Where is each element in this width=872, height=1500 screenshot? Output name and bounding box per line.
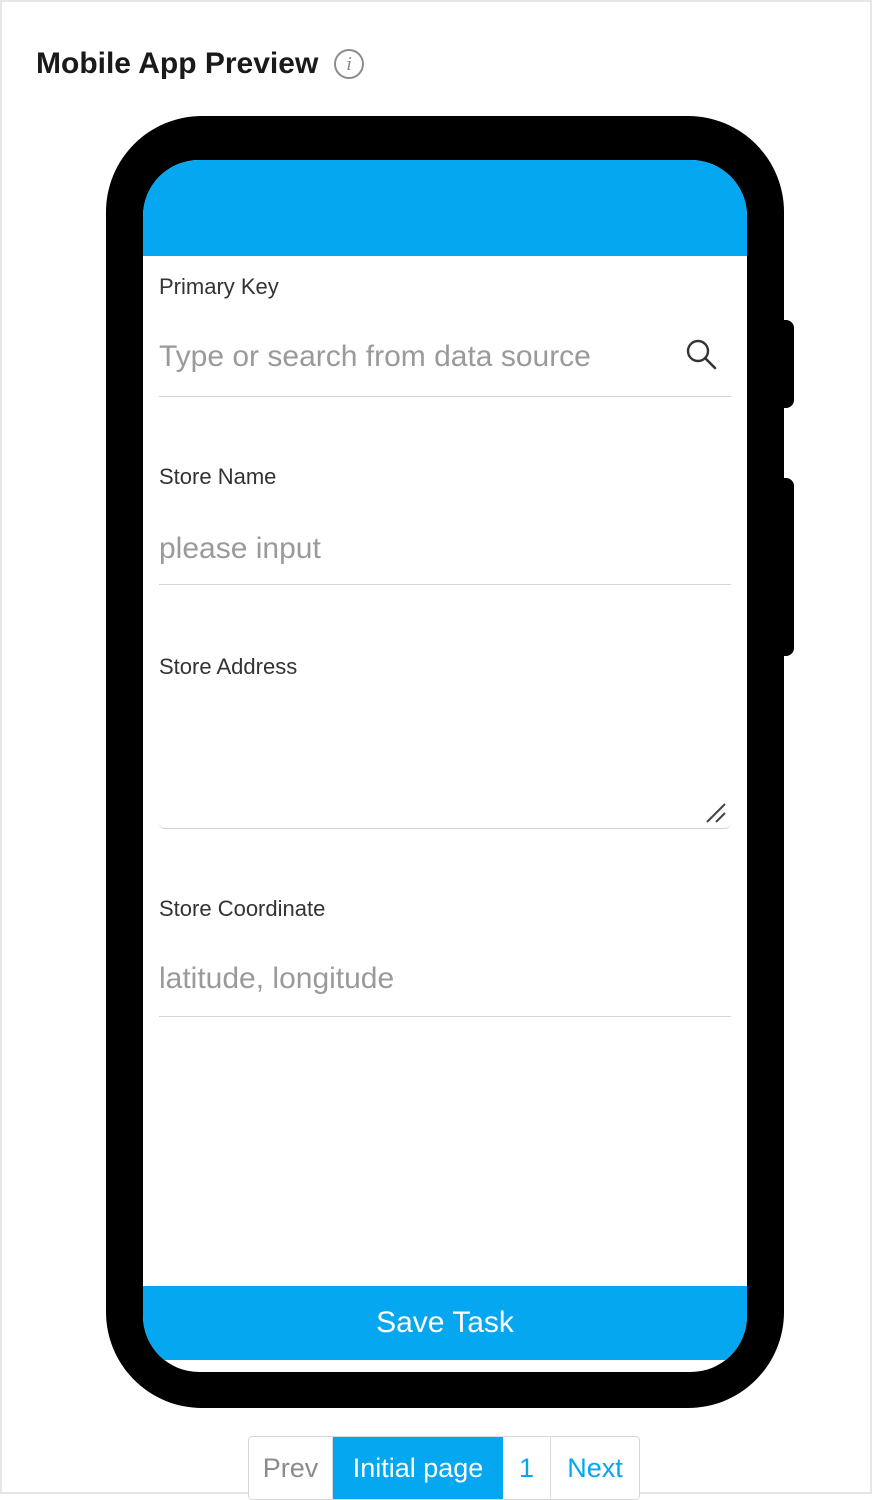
store-coordinate-input[interactable]: latitude, longitude: [159, 962, 731, 1017]
primary-key-field: Primary Key Type or search from data sou…: [159, 274, 731, 397]
store-name-input[interactable]: please input: [159, 532, 731, 585]
store-name-placeholder: please input: [159, 532, 321, 565]
store-name-field: Store Name please input: [159, 464, 731, 585]
store-address-label: Store Address: [159, 654, 298, 679]
phone-screen: Primary Key Type or search from data sou…: [143, 160, 747, 1372]
next-page-button[interactable]: Next: [551, 1437, 639, 1499]
phone-side-button-lower: [778, 478, 794, 656]
info-icon[interactable]: i: [334, 49, 365, 79]
page-title: Mobile App Preview: [36, 47, 319, 80]
app-header-bar: [143, 160, 747, 256]
title-row: Mobile App Preview i: [36, 42, 365, 86]
primary-key-label: Primary Key: [159, 274, 279, 299]
store-address-textarea[interactable]: [159, 694, 731, 829]
resize-handle-icon[interactable]: [703, 800, 729, 826]
store-coordinate-field: Store Coordinate latitude, longitude: [159, 896, 731, 1017]
pagination: Prev Initial page 1 Next: [248, 1436, 640, 1500]
save-task-button[interactable]: Save Task: [143, 1286, 747, 1360]
store-coordinate-placeholder: latitude, longitude: [159, 962, 395, 995]
store-address-field: Store Address: [159, 654, 731, 829]
preview-panel: Mobile App Preview i Primary Key Type or…: [0, 0, 872, 1500]
prev-page-button[interactable]: Prev: [249, 1437, 333, 1499]
primary-key-placeholder: Type or search from data source: [159, 340, 591, 373]
search-icon[interactable]: [683, 336, 719, 372]
initial-page-button[interactable]: Initial page: [333, 1437, 503, 1499]
primary-key-input[interactable]: Type or search from data source: [159, 339, 731, 397]
store-coordinate-label: Store Coordinate: [159, 896, 326, 921]
phone-side-button-upper: [778, 320, 794, 408]
store-name-label: Store Name: [159, 464, 277, 489]
page-1-button[interactable]: 1: [503, 1437, 551, 1499]
